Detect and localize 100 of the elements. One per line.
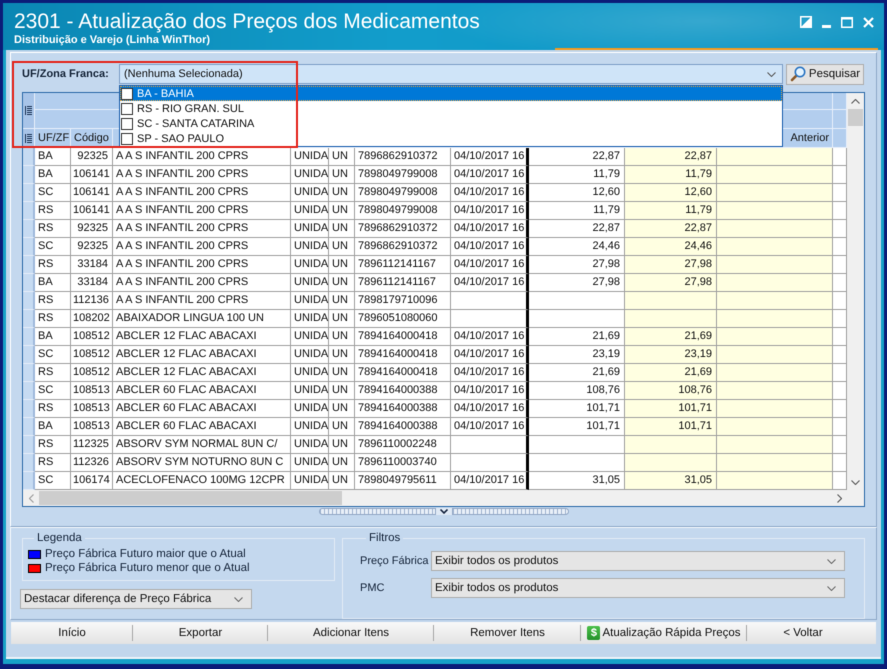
- row-indicator[interactable]: [23, 400, 35, 418]
- table-cell: RS: [35, 436, 71, 454]
- row-indicator[interactable]: [23, 310, 35, 328]
- checkbox[interactable]: [121, 88, 133, 100]
- row-indicator[interactable]: [23, 418, 35, 436]
- maximize-button[interactable]: [841, 16, 853, 28]
- row-indicator[interactable]: [23, 454, 35, 472]
- row-indicator[interactable]: [23, 256, 35, 274]
- search-button[interactable]: Pesquisar: [786, 64, 864, 84]
- row-indicator[interactable]: [23, 184, 35, 202]
- table-cell: 27,98: [529, 274, 625, 292]
- table-cell: UN: [329, 472, 355, 490]
- table-cell: ABCLER 12 FLAC ABACAXI: [113, 346, 291, 364]
- row-indicator[interactable]: [23, 292, 35, 310]
- row-indicator[interactable]: [23, 202, 35, 220]
- dropdown-option[interactable]: SP - SAO PAULO: [120, 131, 782, 146]
- table-cell: UN: [329, 328, 355, 346]
- row-indicator[interactable]: [23, 238, 35, 256]
- table-cell: 23,19: [529, 346, 625, 364]
- table-cell: UNIDA: [291, 274, 329, 292]
- table-cell: A A S INFANTIL 200 CPRS: [113, 256, 291, 274]
- minimize-button[interactable]: [822, 25, 831, 28]
- row-indicator[interactable]: [23, 382, 35, 400]
- table-cell: ABCLER 60 FLAC ABACAXI: [113, 382, 291, 400]
- table-cell: RS: [35, 310, 71, 328]
- table-cell: RS: [35, 256, 71, 274]
- table-cell: UNIDA: [291, 238, 329, 256]
- table-cell: UN: [329, 364, 355, 382]
- table-cell: [833, 472, 847, 490]
- close-button[interactable]: [863, 16, 874, 28]
- table-cell: 7894164000388: [355, 400, 451, 418]
- row-indicator[interactable]: [23, 472, 35, 490]
- checkbox[interactable]: [121, 132, 133, 144]
- table-cell: UNIDA: [291, 346, 329, 364]
- table-cell: 112325: [71, 436, 113, 454]
- table-cell: A A S INFANTIL 200 CPRS: [113, 166, 291, 184]
- table-cell: 7896051080060: [355, 310, 451, 328]
- filter-dropdown[interactable]: Exibir todos os produtos: [431, 551, 845, 571]
- column-header[interactable]: [833, 129, 847, 148]
- row-indicator[interactable]: [23, 220, 35, 238]
- scrollbar-thumb[interactable]: [39, 491, 342, 505]
- checkbox[interactable]: [121, 118, 133, 130]
- state-dropdown[interactable]: (Nenhuma Selecionada): [119, 64, 783, 84]
- table-cell: 7896862910372: [355, 148, 451, 166]
- table-cell: 7894164000418: [355, 364, 451, 382]
- dropdown-option[interactable]: BA - BAHIA: [120, 86, 782, 101]
- table-cell: UN: [329, 454, 355, 472]
- table-cell: BA: [35, 274, 71, 292]
- table-cell: UNIDA: [291, 364, 329, 382]
- table-cell: [833, 292, 847, 310]
- chevron-down-icon: [440, 509, 448, 514]
- table-cell: 21,69: [625, 364, 717, 382]
- table-cell: UNIDA: [291, 418, 329, 436]
- field-label: Preço Fábrica: [360, 555, 430, 567]
- row-indicator[interactable]: [23, 274, 35, 292]
- checkbox[interactable]: [121, 102, 133, 114]
- table-cell: 7896110003740: [355, 454, 451, 472]
- table-cell: UNIDA: [291, 400, 329, 418]
- chevron-right-icon: [836, 494, 842, 502]
- table-cell: 106141: [71, 166, 113, 184]
- row-indicator[interactable]: [23, 364, 35, 382]
- row-indicator[interactable]: [23, 346, 35, 364]
- row-indicator[interactable]: [23, 328, 35, 346]
- table-cell: UNIDA: [291, 220, 329, 238]
- table-cell: A A S INFANTIL 200 CPRS: [113, 220, 291, 238]
- dropdown-option[interactable]: RS - RIO GRAN. SUL: [120, 101, 782, 116]
- table-cell: UN: [329, 220, 355, 238]
- table-cell: 112136: [71, 292, 113, 310]
- table-cell: 7898179710096: [355, 292, 451, 310]
- splitter-handle[interactable]: [318, 508, 568, 515]
- dropdown-option[interactable]: SC - SANTA CATARINA: [120, 116, 782, 131]
- table-cell: 33184: [71, 256, 113, 274]
- table-cell: UNIDA: [291, 166, 329, 184]
- table-cell: 23,19: [625, 346, 717, 364]
- table-cell: UNIDA: [291, 292, 329, 310]
- table-cell: SC: [35, 472, 71, 490]
- highlight-dropdown[interactable]: Destacar diferença de Preço Fábrica: [20, 589, 252, 609]
- layout-button[interactable]: [800, 16, 812, 28]
- table-cell: 7894164000418: [355, 346, 451, 364]
- table-cell: UN: [329, 292, 355, 310]
- table-cell: 11,79: [529, 202, 625, 220]
- chevron-up-icon: [851, 98, 860, 104]
- table-cell: UN: [329, 436, 355, 454]
- table-cell: RS: [35, 202, 71, 220]
- scrollbar-thumb[interactable]: [848, 109, 863, 126]
- group-title: Filtros: [368, 532, 402, 545]
- filter-dropdown[interactable]: Exibir todos os produtos: [431, 578, 845, 598]
- chevron-down-icon: [767, 72, 776, 76]
- row-indicator[interactable]: [23, 166, 35, 184]
- table-cell: 11,79: [529, 166, 625, 184]
- table-cell: [833, 454, 847, 472]
- table-cell: RS: [35, 454, 71, 472]
- table-cell: ABSORV SYM NORMAL 8UN C/: [113, 436, 291, 454]
- table-cell: UN: [329, 166, 355, 184]
- table-cell: 04/10/2017 16: [451, 364, 529, 382]
- table-cell: 108512: [71, 328, 113, 346]
- table-cell: 92325: [71, 220, 113, 238]
- chevron-down-icon: [827, 586, 836, 590]
- row-indicator[interactable]: [23, 148, 35, 166]
- row-indicator[interactable]: [23, 436, 35, 454]
